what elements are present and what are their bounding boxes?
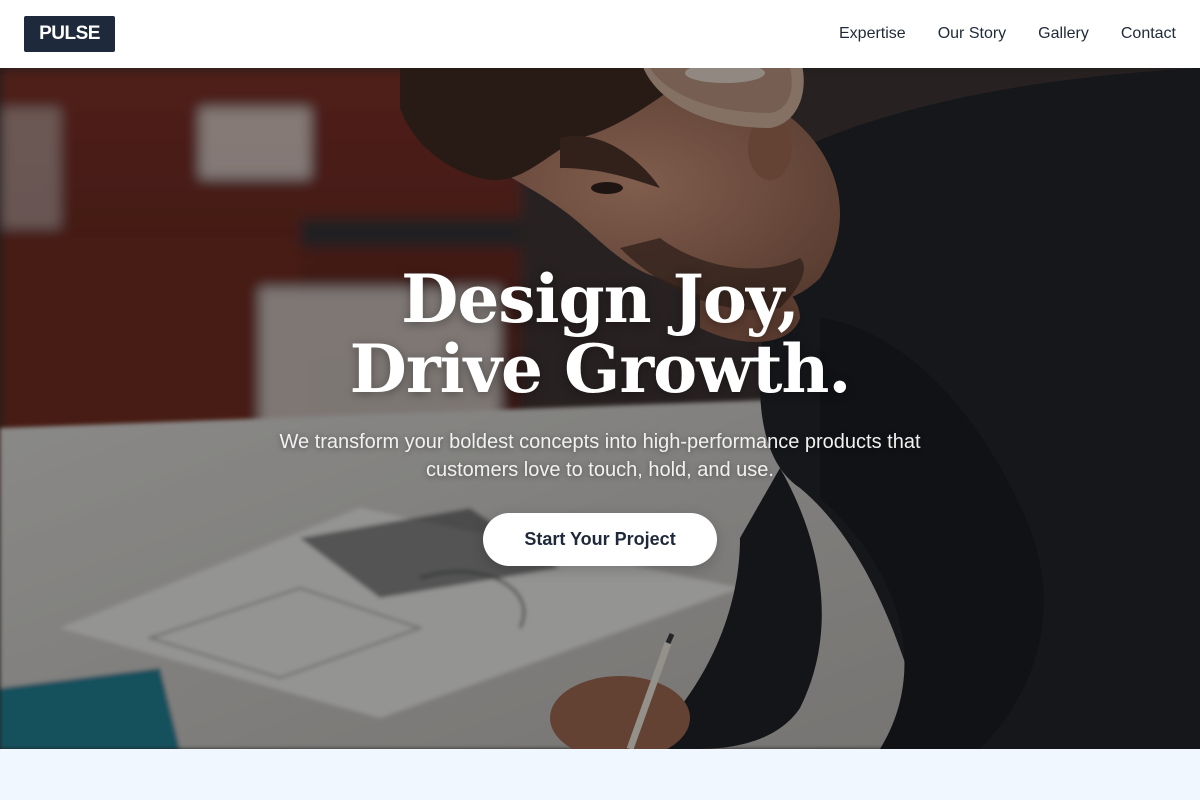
nav-link-contact[interactable]: Contact <box>1121 25 1176 43</box>
start-project-button[interactable]: Start Your Project <box>483 513 717 566</box>
hero-subheadline: We transform your boldest concepts into … <box>279 431 921 481</box>
nav-link-our-story[interactable]: Our Story <box>938 25 1006 43</box>
nav-link-expertise[interactable]: Expertise <box>839 25 906 43</box>
hero-headline-line2: Drive Growth. <box>349 330 852 408</box>
main-nav: Expertise Our Story Gallery Contact <box>839 25 1176 43</box>
hero-headline-line1: Design Joy, <box>401 260 800 338</box>
brand-logo[interactable]: PULSE <box>24 16 115 52</box>
hero-content: Design Joy, Drive Growth. We transform y… <box>0 68 1200 749</box>
hero-headline: Design Joy, Drive Growth. <box>349 260 852 408</box>
site-header: PULSE Expertise Our Story Gallery Contac… <box>0 0 1200 68</box>
hero-section: Design Joy, Drive Growth. We transform y… <box>0 68 1200 749</box>
next-section-strip <box>0 749 1200 800</box>
nav-link-gallery[interactable]: Gallery <box>1038 25 1089 43</box>
